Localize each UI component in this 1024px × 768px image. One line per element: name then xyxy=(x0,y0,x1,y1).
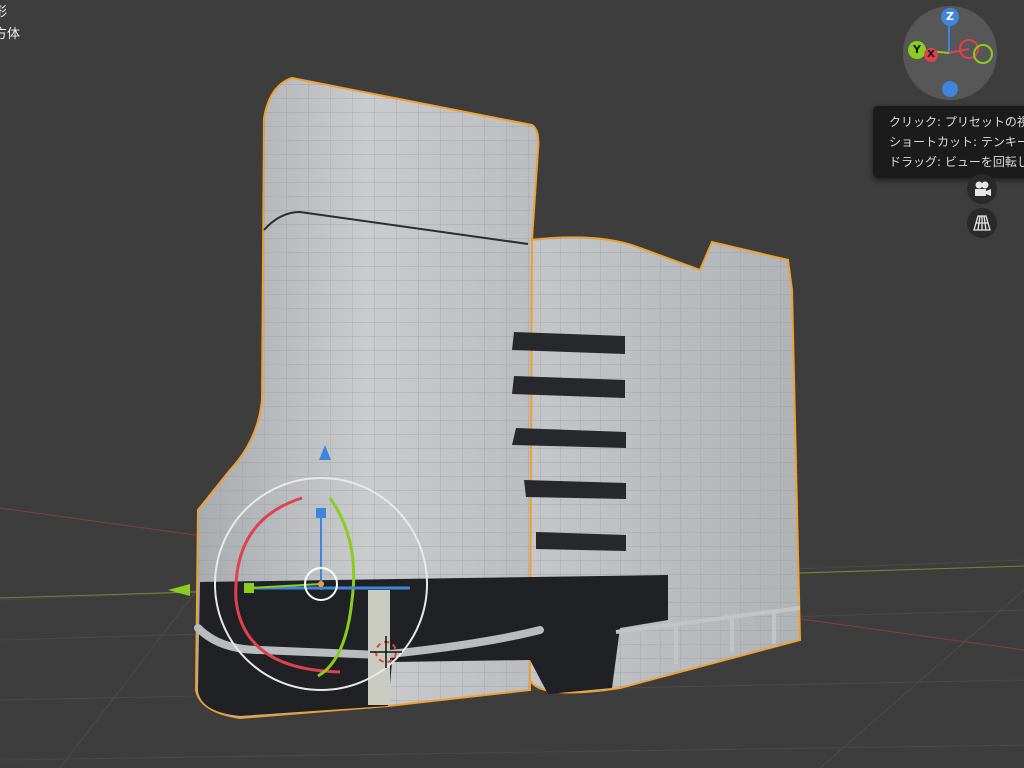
viewport-info-line-1: 形 xyxy=(0,5,8,20)
tooltip-line-drag: ドラッグ: ビューを回転し xyxy=(889,155,1024,169)
perspective-toggle-button[interactable] xyxy=(967,208,997,238)
viewport-object-name: 方体 xyxy=(0,27,21,42)
tooltip: クリック: プリセットの視 ショートカット: テンキー ドラッグ: ビューを回転… xyxy=(873,106,1024,178)
perspective-grid-icon xyxy=(973,215,991,231)
camera-icon xyxy=(975,181,991,196)
camera-view-button[interactable] xyxy=(967,174,997,204)
axis-z-button[interactable]: Z xyxy=(941,8,959,26)
axis-x-button[interactable]: X xyxy=(924,48,938,62)
3d-viewport[interactable] xyxy=(0,0,1024,768)
navigation-gizmo[interactable]: Z Y X xyxy=(903,6,997,100)
tooltip-line-shortcut: ショートカット: テンキー xyxy=(889,135,1024,149)
tooltip-line-click: クリック: プリセットの視 xyxy=(889,115,1024,129)
